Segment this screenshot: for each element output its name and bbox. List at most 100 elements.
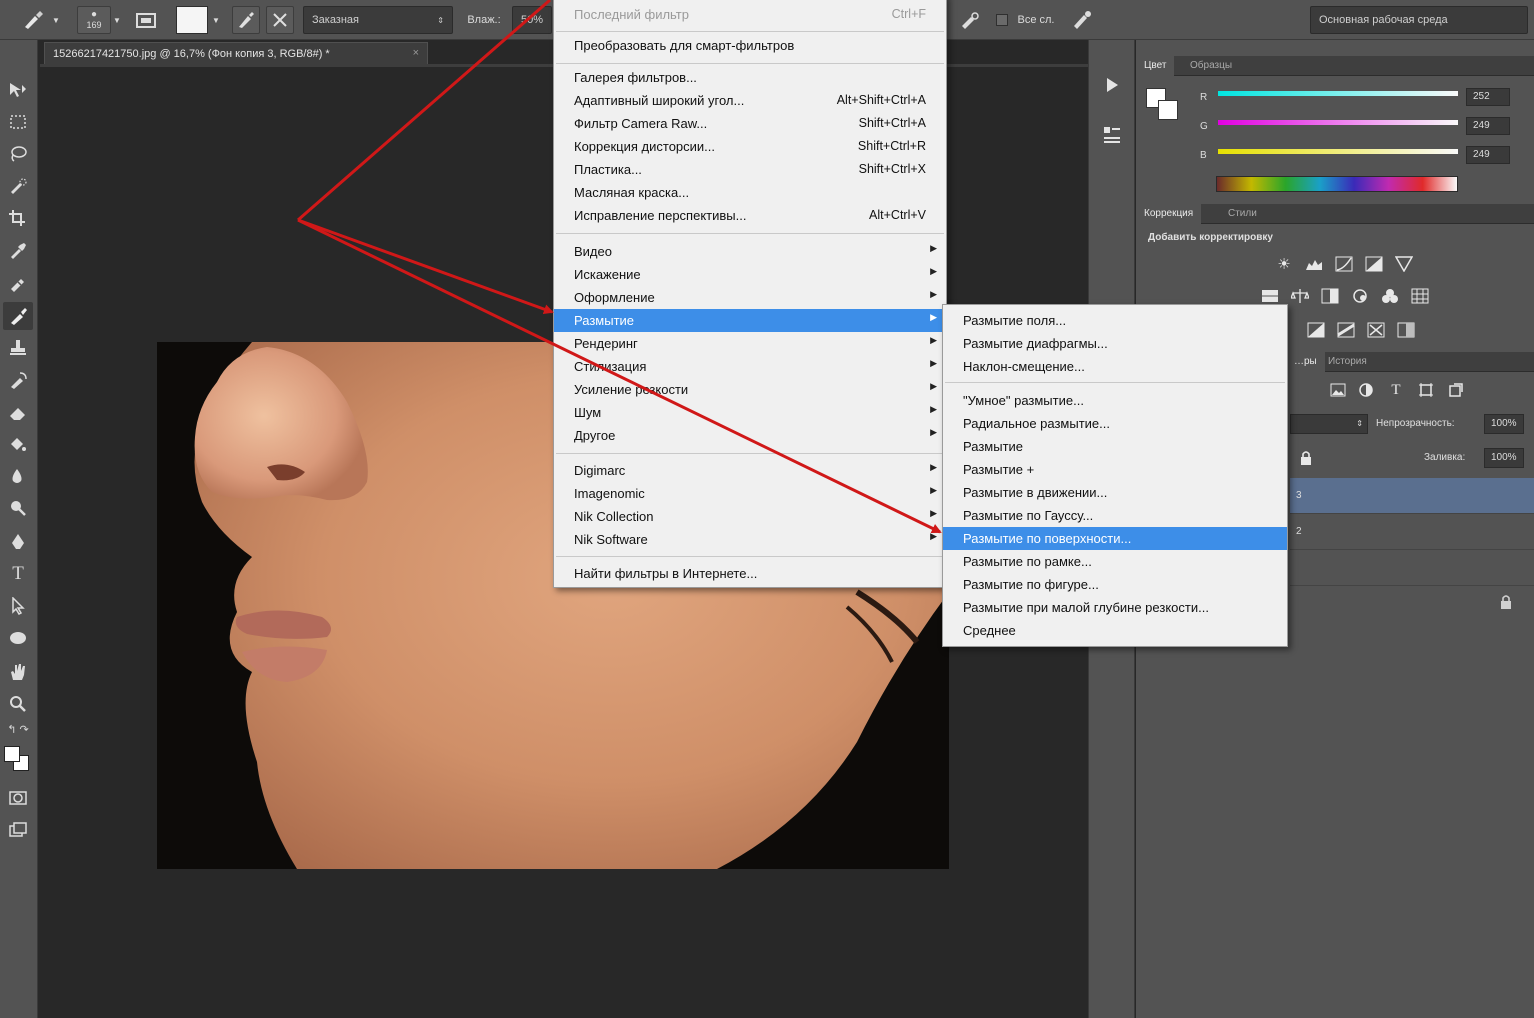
color-swatch[interactable] — [176, 6, 208, 34]
menu-item-convert-smart-filters[interactable]: Преобразовать для смарт-фильтров — [554, 34, 946, 57]
opacity-field[interactable]: 100% — [1484, 414, 1524, 434]
history-brush-tool-icon[interactable] — [3, 366, 33, 394]
stamp-tool-icon[interactable] — [3, 334, 33, 362]
properties-icon[interactable] — [1099, 122, 1125, 148]
quick-selection-tool-icon[interactable] — [3, 172, 33, 200]
mode-dropdown[interactable]: Заказная ⇕ — [303, 6, 453, 34]
menu-item-render[interactable]: Рендеринг ▶ — [554, 332, 946, 355]
screen-mode-icon[interactable] — [3, 816, 33, 844]
photo-filter-icon[interactable] — [1350, 286, 1370, 306]
menu-item-iris-blur[interactable]: Размытие диафрагмы... — [943, 332, 1287, 355]
menu-item-smart-blur[interactable]: "Умное" размытие... — [943, 389, 1287, 412]
fill-field[interactable]: 100% — [1484, 448, 1524, 468]
all-layers-checkbox[interactable] — [996, 14, 1008, 26]
marquee-tool-icon[interactable] — [3, 108, 33, 136]
foreground-color-swatch[interactable] — [4, 746, 20, 762]
menu-item-sharpen[interactable]: Усиление резкости ▶ — [554, 378, 946, 401]
threshold-icon[interactable] — [1366, 320, 1386, 340]
tab-history[interactable]: История — [1320, 352, 1375, 372]
menu-item-stylize[interactable]: Оформление ▶ — [554, 286, 946, 309]
menu-item-surface-blur[interactable]: Размытие по поверхности... — [943, 527, 1287, 550]
type-tool-icon[interactable]: T — [3, 560, 33, 588]
eyedropper-tool-icon[interactable] — [3, 236, 33, 264]
menu-item-blur[interactable]: Размытие ▶ — [554, 309, 946, 332]
hue-saturation-icon[interactable] — [1260, 286, 1280, 306]
menu-item-gaussian-blur[interactable]: Размытие по Гауссу... — [943, 504, 1287, 527]
menu-item-nik-collection[interactable]: Nik Collection ▶ — [554, 505, 946, 528]
filter-smart-object-icon[interactable] — [1446, 380, 1466, 400]
brush-preset-icon[interactable] — [16, 6, 50, 34]
document-tab[interactable]: 15266217421750.jpg @ 16,7% (Фон копия 3,… — [44, 42, 428, 64]
lasso-tool-icon[interactable] — [3, 140, 33, 168]
pen-tool-icon[interactable] — [3, 528, 33, 556]
menu-item-average[interactable]: Среднее — [943, 619, 1287, 642]
slider-g[interactable] — [1218, 120, 1458, 125]
levels-icon[interactable] — [1304, 254, 1324, 274]
value-g[interactable]: 249 — [1466, 117, 1510, 135]
path-selection-tool-icon[interactable] — [3, 592, 33, 620]
brush-panel-icon[interactable] — [132, 6, 160, 34]
workspace-switcher[interactable]: Основная рабочая среда — [1310, 6, 1528, 34]
tab-adjustments[interactable]: Коррекция — [1136, 204, 1202, 224]
eraser-tool-icon[interactable] — [3, 398, 33, 426]
menu-item-noise[interactable]: Шум ▶ — [554, 401, 946, 424]
menu-item-box-blur[interactable]: Размытие по рамке... — [943, 550, 1287, 573]
close-icon[interactable] — [266, 6, 294, 34]
sample-mode-icon[interactable] — [232, 6, 260, 34]
menu-item-imagenomic[interactable]: Imagenomic ▶ — [554, 482, 946, 505]
pressure-icon[interactable] — [1068, 6, 1096, 34]
crop-tool-icon[interactable] — [3, 204, 33, 232]
dodge-tool-icon[interactable] — [3, 494, 33, 522]
menu-item-other[interactable]: Другое ▶ — [554, 424, 946, 447]
menu-item-motion-blur[interactable]: Размытие в движении... — [943, 481, 1287, 504]
exposure-icon[interactable] — [1364, 254, 1384, 274]
vibrance-icon[interactable] — [1394, 254, 1414, 274]
menu-item-blur-simple[interactable]: Размытие — [943, 435, 1287, 458]
blur-tool-icon[interactable] — [3, 462, 33, 490]
color-lookup-icon[interactable] — [1410, 286, 1430, 306]
layer-row[interactable] — [1290, 550, 1534, 586]
menu-item-camera-raw[interactable]: Фильтр Camera Raw... Shift+Ctrl+A — [554, 112, 946, 135]
tab-color[interactable]: Цвет — [1136, 56, 1175, 76]
value-r[interactable]: 252 — [1466, 88, 1510, 106]
menu-item-shape-blur[interactable]: Размытие по фигуре... — [943, 573, 1287, 596]
menu-item-radial-blur[interactable]: Радиальное размытие... — [943, 412, 1287, 435]
filter-image-icon[interactable] — [1328, 380, 1348, 400]
paint-bucket-tool-icon[interactable] — [3, 430, 33, 458]
chevron-down-icon[interactable]: ▼ — [210, 6, 222, 34]
shape-tool-icon[interactable] — [3, 624, 33, 652]
tab-swatches[interactable]: Образцы — [1182, 56, 1240, 76]
brush-size-picker[interactable]: ● 169 — [77, 6, 111, 34]
menu-item-distort[interactable]: Искажение ▶ — [554, 263, 946, 286]
slider-b[interactable] — [1218, 149, 1458, 154]
menu-item-lens-correction[interactable]: Коррекция дисторсии... Shift+Ctrl+R — [554, 135, 946, 158]
menu-item-browse-filters-online[interactable]: Найти фильтры в Интернете... — [554, 562, 946, 585]
hand-tool-icon[interactable] — [3, 658, 33, 686]
chevron-down-icon[interactable]: ▼ — [112, 6, 122, 34]
menu-item-liquify[interactable]: Пластика... Shift+Ctrl+X — [554, 158, 946, 181]
airbrush-icon[interactable] — [956, 6, 984, 34]
color-spectrum-ramp[interactable] — [1216, 176, 1458, 192]
blend-mode-dropdown[interactable]: ⇕ — [1290, 414, 1368, 434]
color-balance-icon[interactable] — [1290, 286, 1310, 306]
menu-item-field-blur[interactable]: Размытие поля... — [943, 309, 1287, 332]
play-actions-icon[interactable] — [1099, 72, 1125, 98]
menu-item-video[interactable]: Видео ▶ — [554, 240, 946, 263]
flow-field[interactable]: 50% — [512, 6, 552, 34]
black-white-icon[interactable] — [1320, 286, 1340, 306]
tab-layers[interactable]: …ры — [1286, 352, 1325, 372]
close-tab-icon[interactable]: × — [413, 47, 419, 59]
filter-type-icon[interactable]: T — [1386, 380, 1406, 400]
brightness-icon[interactable]: ☀ — [1274, 254, 1294, 274]
swap-colors-icon[interactable]: ↰ ↷ — [3, 720, 33, 738]
layer-row[interactable]: 2 — [1290, 514, 1534, 550]
menu-item-stylization[interactable]: Стилизация ▶ — [554, 355, 946, 378]
tab-styles[interactable]: Стили — [1220, 204, 1265, 224]
invert-icon[interactable] — [1306, 320, 1326, 340]
menu-item-tilt-shift[interactable]: Наклон-смещение... — [943, 355, 1287, 378]
menu-item-adaptive-wide-angle[interactable]: Адаптивный широкий угол... Alt+Shift+Ctrl… — [554, 89, 946, 112]
menu-item-digimarc[interactable]: Digimarc ▶ — [554, 459, 946, 482]
menu-item-oil-paint[interactable]: Масляная краска... — [554, 181, 946, 204]
curves-icon[interactable] — [1334, 254, 1354, 274]
menu-item-blur-more[interactable]: Размытие + — [943, 458, 1287, 481]
